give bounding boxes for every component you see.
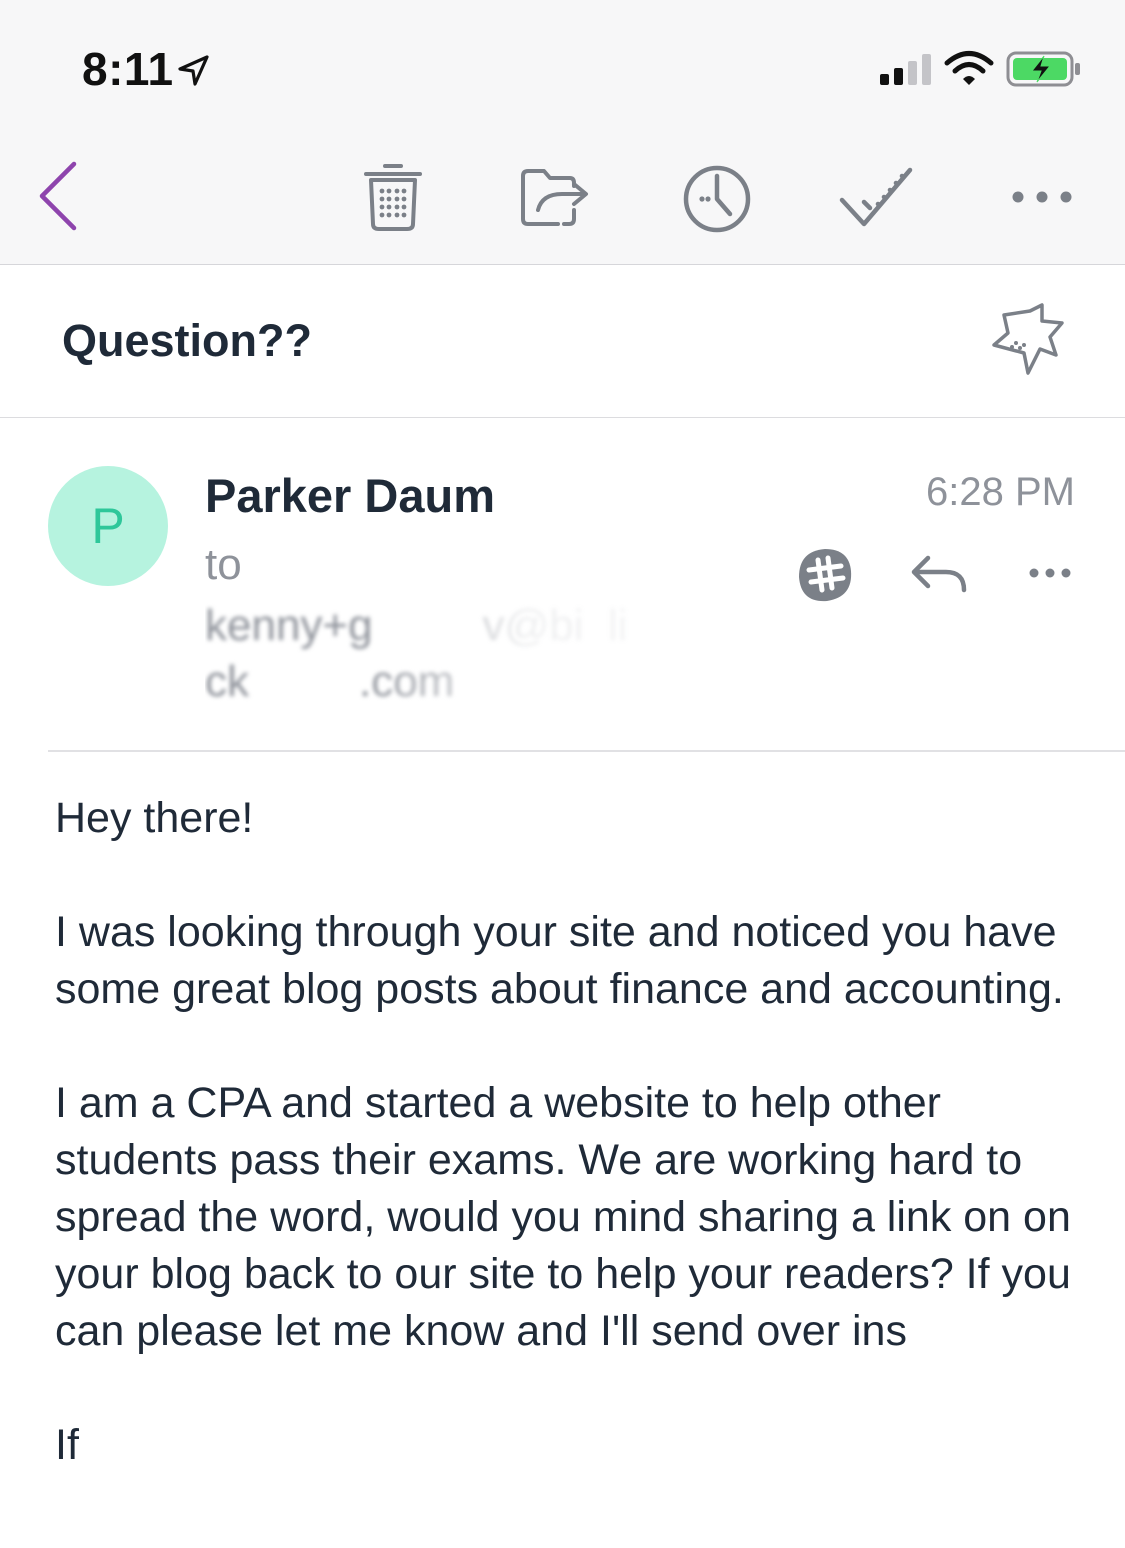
snooze-clock-icon[interactable] [680, 162, 754, 236]
avatar[interactable]: P [48, 466, 168, 586]
battery-charging-icon [1006, 51, 1080, 87]
subject-row: Question?? [0, 265, 1125, 418]
body-paragraph: Hey there! [55, 794, 254, 842]
recipient-address[interactable]: kenny+g v@bi li ck .com [205, 598, 785, 710]
message-body: Hey there! I was looking through your si… [55, 790, 1095, 1531]
location-arrow-icon [178, 55, 209, 86]
email-subject: Question?? [62, 315, 312, 366]
cellular-signal-icon [880, 54, 931, 85]
wifi-icon [944, 51, 994, 85]
reply-icon[interactable] [910, 554, 968, 594]
body-paragraph: I was looking through your site and noti… [55, 908, 1064, 1013]
sender-name[interactable]: Parker Daum [205, 468, 495, 523]
trash-icon[interactable] [360, 160, 426, 234]
message-time: 6:28 PM [926, 470, 1075, 514]
body-paragraph: If [55, 1421, 79, 1469]
move-to-folder-icon[interactable] [518, 164, 594, 230]
slack-share-icon[interactable] [796, 546, 854, 604]
mark-done-icon[interactable] [838, 160, 918, 234]
back-icon[interactable] [30, 158, 86, 234]
top-bar: 8:11 [0, 0, 1125, 265]
status-time: 8:11 [82, 43, 174, 95]
more-options-icon[interactable] [1008, 184, 1076, 210]
to-label: to [205, 540, 242, 589]
body-paragraph: I am a CPA and started a website to help… [55, 1079, 1071, 1355]
message-more-icon[interactable] [1028, 564, 1072, 582]
email-view: 8:11 Question?? P Parker Daum 6:28 PM to… [0, 0, 1125, 1548]
star-icon[interactable] [990, 303, 1070, 379]
header-divider [48, 750, 1125, 752]
